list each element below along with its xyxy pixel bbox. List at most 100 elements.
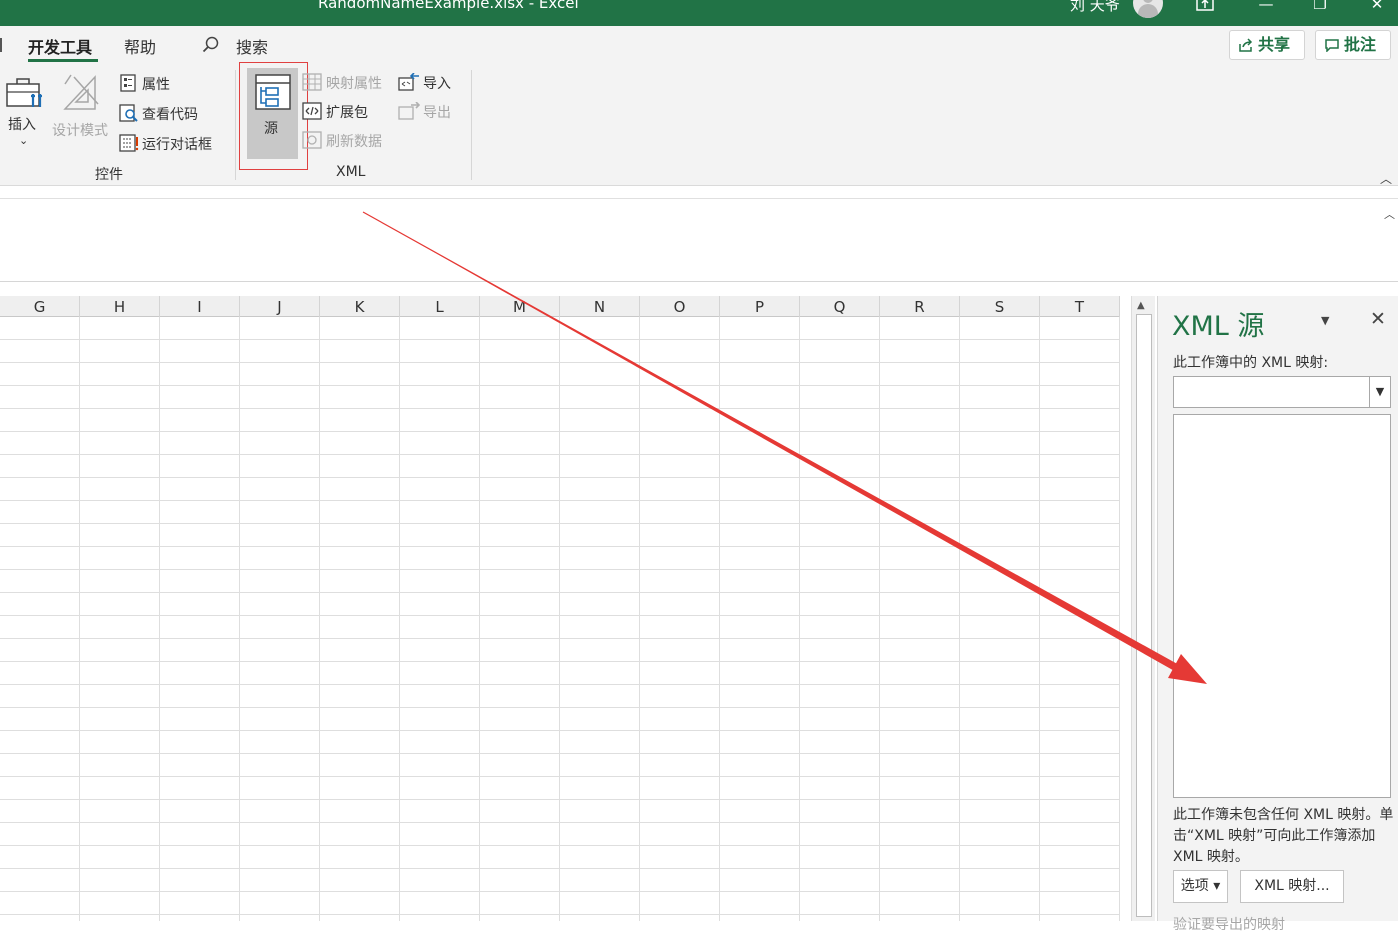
run-dialog-button[interactable]: 运行对话框 (118, 132, 228, 154)
pane-options-icon[interactable]: ▼ (1321, 314, 1329, 327)
column-header[interactable]: K (320, 296, 400, 317)
grid-hline (0, 753, 1120, 754)
refresh-data-label: 刷新数据 (326, 134, 382, 150)
minimize-button[interactable]: — (1254, 0, 1278, 19)
grid-hline (0, 822, 1120, 823)
grid-hline (0, 454, 1120, 455)
column-header[interactable]: R (880, 296, 960, 317)
refresh-data-icon (302, 131, 322, 149)
search-icon[interactable] (202, 36, 220, 54)
xml-map-tree[interactable] (1173, 414, 1391, 798)
xml-pane-info-text: 此工作簿未包含任何 XML 映射。单击“XML 映射”可向此工作簿添加 XML … (1173, 807, 1394, 865)
expansion-packs-icon (302, 102, 322, 120)
column-header[interactable]: G (0, 296, 80, 317)
grid-hline (0, 799, 1120, 800)
comments-label: 批注 (1344, 35, 1377, 54)
column-header[interactable]: I (160, 296, 240, 317)
grid-hline (0, 661, 1120, 662)
active-tab-indicator (28, 59, 98, 62)
view-code-icon (119, 104, 138, 122)
grid-hline (0, 385, 1120, 386)
restore-button[interactable]: ❐ (1308, 0, 1332, 19)
column-header-row: GHIJKLMNOPQRST (0, 296, 1120, 317)
formula-collapse-icon[interactable]: ︿ (1384, 206, 1395, 222)
grid-hline (0, 500, 1120, 501)
map-properties-label: 映射属性 (326, 76, 382, 92)
formula-bar-area[interactable] (0, 198, 1398, 282)
scrollbar-thumb[interactable] (1136, 314, 1152, 917)
grid-hline (0, 339, 1120, 340)
view-code-button[interactable]: 查看代码 (118, 102, 218, 124)
xml-maps-button[interactable]: XML 映射... (1240, 870, 1344, 903)
options-button[interactable]: 选项 ▾ (1173, 870, 1228, 903)
insert-control-button[interactable]: 插入 ⌄ (2, 70, 46, 152)
properties-label: 属性 (142, 77, 170, 93)
tab-developer[interactable]: 开发工具 (28, 34, 92, 58)
dropdown-arrow-icon[interactable]: ▼ (1369, 377, 1390, 407)
share-button[interactable]: 共享 (1229, 30, 1305, 60)
grid-hline (0, 431, 1120, 432)
design-mode-icon (63, 74, 99, 110)
map-properties-icon (302, 73, 322, 91)
grid-hline (0, 730, 1120, 731)
chevron-down-icon: ⌄ (19, 134, 29, 147)
column-header[interactable]: H (80, 296, 160, 317)
vertical-scrollbar[interactable]: ▲ (1131, 296, 1155, 921)
grid-hline (0, 615, 1120, 616)
group-separator (235, 70, 236, 180)
column-header[interactable]: T (1040, 296, 1120, 317)
expansion-packs-button[interactable]: 扩展包 (302, 101, 392, 123)
refresh-data-button[interactable]: 刷新数据 (302, 130, 392, 152)
worksheet-grid[interactable] (0, 317, 1120, 921)
tab-separator (0, 38, 2, 52)
import-button[interactable]: 导入 (398, 72, 460, 94)
grid-hline (0, 592, 1120, 593)
column-header[interactable]: S (960, 296, 1040, 317)
grid-hline (0, 914, 1120, 915)
controls-group-label: 控件 (95, 167, 123, 183)
map-properties-button[interactable]: 映射属性 (302, 72, 392, 94)
grid-hline (0, 523, 1120, 524)
collapse-ribbon-icon[interactable]: ︿ (1380, 170, 1392, 187)
run-dialog-label: 运行对话框 (142, 137, 212, 153)
column-header[interactable]: Q (800, 296, 880, 317)
xml-pane-title: XML 源 (1172, 311, 1265, 342)
xml-group-label: XML (336, 164, 366, 180)
run-dialog-icon (119, 134, 139, 152)
close-button[interactable]: ✕ (1365, 0, 1389, 19)
column-header[interactable]: J (240, 296, 320, 317)
column-header[interactable]: O (640, 296, 720, 317)
export-label: 导出 (423, 105, 451, 121)
import-label: 导入 (423, 76, 451, 92)
tab-help[interactable]: 帮助 (124, 34, 156, 58)
grid-hline (0, 684, 1120, 685)
verify-maps-label: 验证要导出的映射 (1173, 917, 1285, 933)
scroll-up-arrow-icon[interactable]: ▲ (1137, 300, 1145, 311)
ribbon-display-options-icon[interactable] (1196, 0, 1214, 12)
user-name[interactable]: 刘 天爷 (1070, 0, 1120, 15)
export-button[interactable]: 导出 (398, 101, 460, 123)
ribbon: 插入 ⌄ 设计模式 属性 查看代码 运行对话框 控件 源 映射属性 扩展包 刷新… (0, 62, 1398, 187)
avatar[interactable] (1133, 0, 1163, 18)
column-header[interactable]: N (560, 296, 640, 317)
properties-button[interactable]: 属性 (118, 72, 198, 94)
pane-close-icon[interactable]: ✕ (1370, 308, 1386, 330)
grid-hline (0, 638, 1120, 639)
grid-hline (0, 569, 1120, 570)
grid-hline (0, 477, 1120, 478)
column-header[interactable]: L (400, 296, 480, 317)
properties-icon (120, 74, 136, 92)
import-icon (398, 73, 419, 91)
group-separator (471, 70, 472, 180)
grid-hline (0, 776, 1120, 777)
tell-me-search[interactable]: 搜索 (236, 34, 268, 58)
xml-map-select[interactable]: ▼ (1173, 376, 1391, 408)
grid-hline (0, 891, 1120, 892)
window-title: RandomNameExample.xlsx - Excel (318, 0, 579, 12)
export-icon (398, 102, 420, 120)
comments-button[interactable]: 批注 (1315, 30, 1391, 60)
design-mode-button[interactable]: 设计模式 (50, 70, 112, 140)
grid-hline (0, 707, 1120, 708)
column-header[interactable]: M (480, 296, 560, 317)
column-header[interactable]: P (720, 296, 800, 317)
